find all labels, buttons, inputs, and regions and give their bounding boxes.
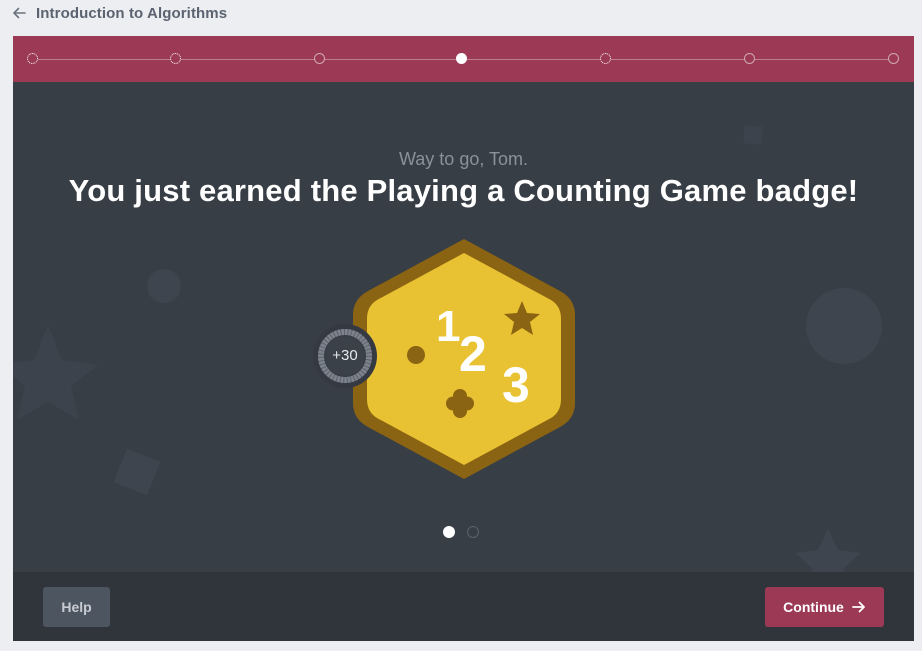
progress-step-7[interactable] bbox=[888, 53, 899, 64]
carousel-pager bbox=[443, 526, 479, 538]
help-button-label: Help bbox=[61, 599, 92, 615]
course-title: Introduction to Algorithms bbox=[36, 4, 228, 22]
pager-dot-1[interactable] bbox=[443, 526, 455, 538]
card-footer: Help Continue bbox=[13, 572, 914, 641]
numeral-two: 2 bbox=[459, 326, 487, 382]
progress-step-4[interactable] bbox=[456, 53, 467, 64]
continue-button-label: Continue bbox=[783, 599, 844, 615]
points-label: +30 bbox=[332, 347, 358, 364]
arrow-left-icon bbox=[13, 7, 26, 19]
pager-dot-2[interactable] bbox=[467, 526, 479, 538]
badge-card: Way to go, Tom. You just earned the Play… bbox=[13, 36, 914, 641]
counting-game-badge: 1 2 3 bbox=[353, 239, 575, 479]
back-link[interactable]: Introduction to Algorithms bbox=[12, 3, 227, 23]
top-bar: Introduction to Algorithms bbox=[0, 0, 922, 36]
lesson-progress-bar bbox=[13, 36, 914, 82]
greeting-text: Way to go, Tom. bbox=[398, 149, 529, 169]
progress-step-3[interactable] bbox=[314, 53, 325, 64]
continue-button[interactable]: Continue bbox=[765, 587, 884, 627]
dot-icon bbox=[407, 346, 425, 364]
numeral-one: 1 bbox=[436, 302, 460, 351]
badge-headline: You just earned the Playing a Counting G… bbox=[68, 173, 859, 208]
arrow-right-icon bbox=[851, 601, 865, 613]
progress-step-1[interactable] bbox=[27, 53, 38, 64]
help-button[interactable]: Help bbox=[43, 587, 110, 627]
numeral-three: 3 bbox=[502, 357, 530, 413]
progress-step-6[interactable] bbox=[744, 53, 755, 64]
progress-step-2[interactable] bbox=[170, 53, 181, 64]
progress-step-5[interactable] bbox=[600, 53, 611, 64]
